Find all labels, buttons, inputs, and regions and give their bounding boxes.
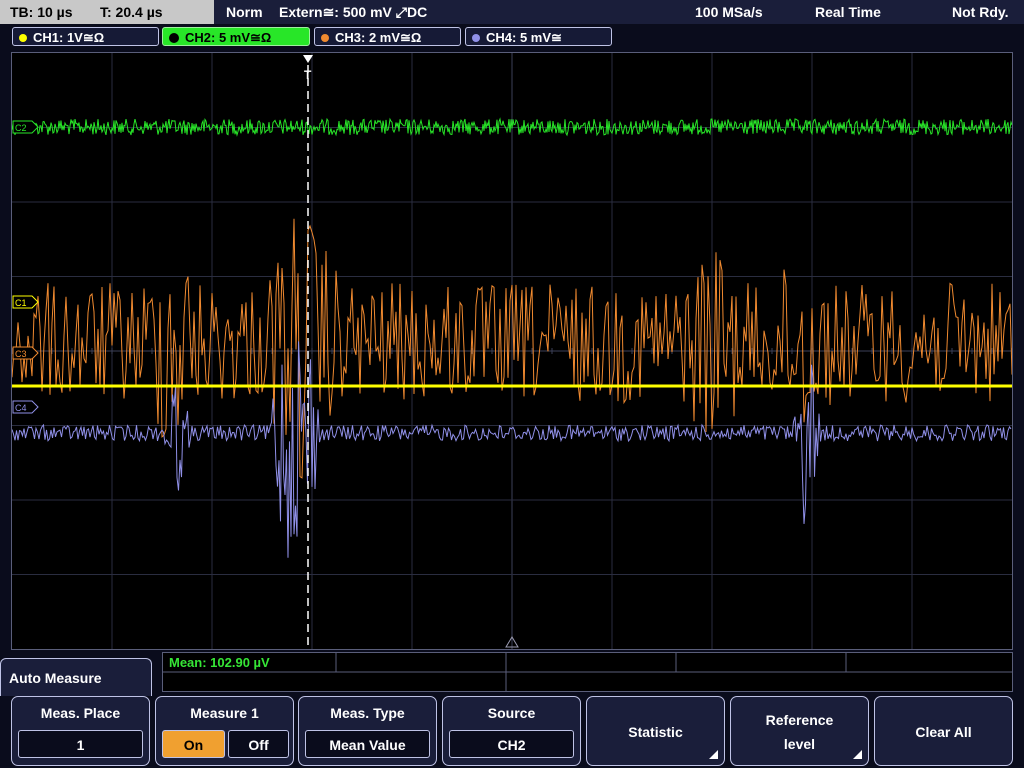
meas-type-softkey[interactable]: Meas. Type Mean Value (298, 696, 437, 766)
channel-3-label: CH3: 2 mV≅Ω (335, 30, 422, 45)
sample-rate: 100 MSa/s (695, 4, 763, 20)
auto-measure-tab[interactable]: Auto Measure (0, 658, 152, 700)
timebase-box[interactable]: TB: 10 µs T: 20.4 µs (0, 0, 214, 25)
status-bar: TB: 10 µs T: 20.4 µs Norm Extern≅: 500 m… (0, 0, 1024, 25)
channel-2-dot (169, 32, 179, 43)
channel-3-offset-marker[interactable]: C3 (12, 346, 39, 360)
meas-place-value: 1 (18, 730, 143, 758)
channel-1-button[interactable]: CH1: 1V≅Ω (12, 27, 159, 46)
measurement-grid (163, 653, 1012, 691)
source-value: CH2 (449, 730, 574, 758)
channel-2-label: CH2: 5 mV≅Ω (185, 30, 272, 45)
measure-1-label: Measure 1 (190, 705, 259, 721)
statistic-softkey[interactable]: Statistic (586, 696, 725, 766)
channel-2-offset-text: C2 (15, 123, 27, 133)
trigger-time-value: T: 20.4 µs (100, 4, 163, 20)
channel-1-dot (19, 33, 27, 42)
channel-3-dot (321, 33, 329, 42)
channel-2-button[interactable]: CH2: 5 mV≅Ω (162, 27, 310, 46)
clear-all-softkey[interactable]: Clear All (874, 696, 1013, 766)
meas-place-label: Meas. Place (40, 705, 121, 721)
acquisition-mode: Real Time (815, 4, 881, 20)
channel-1-offset-marker[interactable]: C1 (12, 295, 39, 309)
meas-place-softkey[interactable]: Meas. Place 1 (11, 696, 150, 766)
channel-4-offset-marker[interactable]: C4 (12, 400, 39, 414)
meas-type-value: Mean Value (305, 730, 430, 758)
reference-level-softkey[interactable]: Reference level (730, 696, 869, 766)
waveform-display[interactable]: T C2 C1 C3 C4 (11, 52, 1013, 650)
source-softkey[interactable]: Source CH2 (442, 696, 581, 766)
submenu-arrow-icon (853, 750, 862, 759)
meas-type-label: Meas. Type (330, 705, 405, 721)
statistic-label: Statistic (628, 724, 683, 740)
channel-strip: CH1: 1V≅Ω CH2: 5 mV≅Ω CH3: 2 mV≅Ω CH4: 5… (0, 24, 1024, 50)
channel-3-button[interactable]: CH3: 2 mV≅Ω (314, 27, 461, 46)
trigger-source: Extern≅: 500 mV ⤢DC (279, 4, 428, 20)
menu-title: Auto Measure (9, 670, 102, 686)
clear-all-label: Clear All (915, 724, 972, 740)
trigger-marker: T (304, 68, 312, 82)
mean-measurement-value: Mean: 102.90 µV (169, 655, 270, 670)
trigger-mode: Norm (226, 4, 263, 20)
measurement-bar: Mean: 102.90 µV (162, 652, 1013, 692)
acquisition-state: Not Rdy. (952, 4, 1009, 20)
reference-level-label: Reference level (765, 712, 834, 752)
channel-4-offset-text: C4 (15, 403, 27, 413)
channel-1-label: CH1: 1V≅Ω (33, 30, 105, 45)
source-label: Source (487, 705, 536, 721)
waveform-canvas: T C2 C1 C3 C4 (12, 53, 1012, 649)
channel-4-dot (472, 33, 480, 42)
graticule (12, 53, 1012, 649)
channel-3-offset-text: C3 (15, 349, 27, 359)
channel-4-label: CH4: 5 mV≅ (486, 30, 562, 45)
measure-on-toggle[interactable]: On (162, 730, 225, 758)
timebase-value: TB: 10 µs (10, 4, 73, 20)
measure-1-softkey[interactable]: Measure 1 On Off (155, 696, 294, 766)
softkey-menu: Meas. Place 1 Measure 1 On Off Meas. Typ… (0, 696, 1024, 768)
submenu-arrow-icon (709, 750, 718, 759)
channel-2-offset-marker[interactable]: C2 (12, 120, 39, 134)
channel-1-offset-text: C1 (15, 298, 27, 308)
channel-4-button[interactable]: CH4: 5 mV≅ (465, 27, 612, 46)
measure-off-toggle[interactable]: Off (228, 730, 289, 758)
